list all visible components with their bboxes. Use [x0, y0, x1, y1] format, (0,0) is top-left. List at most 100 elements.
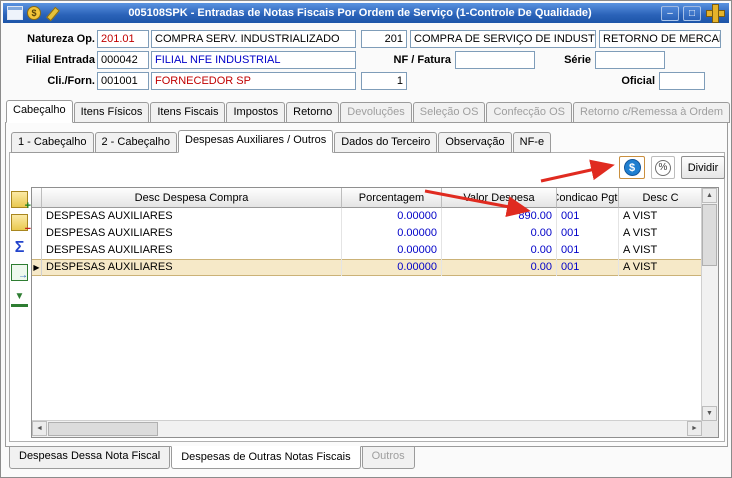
- table-row: DESPESAS AUXILIARES 0.00000 890.00 001 A…: [32, 208, 718, 225]
- bottomtab-despesas-outras-nf[interactable]: Despesas de Outras Notas Fiscais: [171, 446, 361, 469]
- rateio-percentual-button[interactable]: %: [651, 156, 675, 179]
- subtab-despesas-auxiliares[interactable]: Despesas Auxiliares / Outros: [178, 130, 334, 153]
- window-icon: [7, 6, 23, 20]
- maximize-button[interactable]: □: [683, 5, 701, 21]
- add-row-icon[interactable]: +: [11, 191, 31, 212]
- last-record-icon[interactable]: ▼: [11, 290, 28, 307]
- cell-condicao-pgto[interactable]: 001: [557, 242, 619, 259]
- cell-valor-despesa[interactable]: 0.00: [442, 259, 557, 276]
- tab-impostos[interactable]: Impostos: [226, 102, 286, 123]
- cell-condicao-pgto[interactable]: 001: [557, 225, 619, 242]
- plus-icon[interactable]: [705, 4, 725, 23]
- cli-forn-code-field[interactable]: 001001: [97, 72, 149, 90]
- subtab-2-cabecalho[interactable]: 2 - Cabeçalho: [94, 132, 177, 153]
- vertical-scrollbar[interactable]: ▲ ▼: [701, 188, 718, 421]
- bottomtab-despesas-dessa-nf[interactable]: Despesas Dessa Nota Fiscal: [9, 446, 171, 469]
- natureza-op-desc3-field[interactable]: RETORNO DE MERCAD: [599, 30, 721, 48]
- cell-valor-despesa[interactable]: 0.00: [442, 225, 557, 242]
- tab-itens-fiscais[interactable]: Itens Fiscais: [150, 102, 226, 123]
- cell-desc-cond[interactable]: A VIST: [619, 208, 702, 225]
- scroll-left-icon[interactable]: ◄: [32, 421, 47, 436]
- row-selector[interactable]: [32, 208, 42, 225]
- tab-selecao-os: Seleção OS: [412, 102, 486, 123]
- cell-valor-despesa[interactable]: 0.00: [442, 242, 557, 259]
- sub-tab-bar: 1 - Cabeçalho 2 - Cabeçalho Despesas Aux…: [11, 130, 552, 153]
- cell-desc-cond[interactable]: A VIST: [619, 242, 702, 259]
- filial-entrada-label: Filial Entrada: [25, 54, 95, 66]
- subtab-1-cabecalho[interactable]: 1 - Cabeçalho: [11, 132, 94, 153]
- oficial-field[interactable]: [659, 72, 705, 90]
- dollar-icon: $: [623, 159, 641, 176]
- col-header-porcentagem[interactable]: Porcentagem: [342, 188, 442, 208]
- subtab-observacao[interactable]: Observação: [438, 132, 512, 153]
- cell-desc-despesa[interactable]: DESPESAS AUXILIARES: [42, 208, 342, 225]
- scroll-right-icon[interactable]: ►: [687, 421, 702, 436]
- tab-cabecalho[interactable]: Cabeçalho: [6, 100, 73, 123]
- grid-header-gutter: [32, 188, 42, 208]
- money-icon: $: [27, 6, 41, 20]
- col-header-desc-cond[interactable]: Desc C: [619, 188, 702, 208]
- cell-porcentagem[interactable]: 0.00000: [342, 225, 442, 242]
- natureza-op-code2-field[interactable]: 201: [361, 30, 407, 48]
- cli-forn-desc-field[interactable]: FORNECEDOR SP: [151, 72, 356, 90]
- natureza-op-code-field[interactable]: 201.01: [97, 30, 149, 48]
- sum-icon[interactable]: Σ: [11, 239, 28, 256]
- natureza-op-desc-field[interactable]: COMPRA SERV. INDUSTRIALIZADO: [151, 30, 356, 48]
- grid-header-row: Desc Despesa Compra Porcentagem Valor De…: [32, 188, 718, 208]
- cell-condicao-pgto[interactable]: 001: [557, 208, 619, 225]
- cell-porcentagem[interactable]: 0.00000: [342, 259, 442, 276]
- natureza-op-label: Natureza Op.: [27, 33, 95, 45]
- cell-desc-despesa[interactable]: DESPESAS AUXILIARES: [42, 259, 342, 276]
- horizontal-scroll-thumb[interactable]: [48, 422, 158, 436]
- main-tab-bar: Cabeçalho Itens Físicos Itens Fiscais Im…: [6, 100, 731, 123]
- scroll-down-icon[interactable]: ▼: [702, 406, 717, 421]
- serie-label: Série: [564, 54, 591, 66]
- cell-condicao-pgto[interactable]: 001: [557, 259, 619, 276]
- cell-porcentagem[interactable]: 0.00000: [342, 208, 442, 225]
- serie-field[interactable]: [595, 51, 665, 69]
- col-header-condicao-pgto[interactable]: Condicao Pgto: [557, 188, 619, 208]
- tab-retorno[interactable]: Retorno: [286, 102, 340, 123]
- scroll-up-icon[interactable]: ▲: [702, 188, 717, 203]
- row-selector[interactable]: [32, 225, 42, 242]
- nf-fatura-field[interactable]: [455, 51, 535, 69]
- cli-forn-qty-field[interactable]: 1: [361, 72, 407, 90]
- title-bar[interactable]: $ 005108SPK - Entradas de Notas Fiscais …: [3, 3, 729, 23]
- col-header-desc-despesa[interactable]: Desc Despesa Compra: [42, 188, 342, 208]
- horizontal-scrollbar[interactable]: ◄ ►: [32, 420, 702, 437]
- row-selector[interactable]: [32, 242, 42, 259]
- col-header-valor-despesa[interactable]: Valor Despesa: [442, 188, 557, 208]
- cell-desc-despesa[interactable]: DESPESAS AUXILIARES: [42, 225, 342, 242]
- rateio-valor-button[interactable]: $: [619, 156, 645, 179]
- table-row: DESPESAS AUXILIARES 0.00000 0.00 001 A V…: [32, 242, 718, 259]
- scrollbar-corner: [702, 421, 718, 437]
- window-title: 005108SPK - Entradas de Notas Fiscais Po…: [128, 7, 592, 19]
- cell-valor-despesa[interactable]: 890.00: [442, 208, 557, 225]
- bottomtab-outros: Outros: [361, 446, 415, 469]
- cli-forn-label: Cli./Forn.: [47, 75, 95, 87]
- dividir-button[interactable]: Dividir: [681, 156, 725, 179]
- minimize-button[interactable]: –: [661, 5, 679, 21]
- subtab-nfe[interactable]: NF-e: [512, 132, 552, 153]
- nf-fatura-label: NF / Fatura: [393, 54, 451, 66]
- subtab-dados-terceiro[interactable]: Dados do Terceiro: [334, 132, 438, 153]
- tab-itens-fisicos[interactable]: Itens Físicos: [73, 102, 150, 123]
- cell-desc-cond[interactable]: A VIST: [619, 225, 702, 242]
- cell-porcentagem[interactable]: 0.00000: [342, 242, 442, 259]
- table-row: DESPESAS AUXILIARES 0.00000 0.00 001 A V…: [32, 225, 718, 242]
- natureza-op-desc2-field[interactable]: COMPRA DE SERVIÇO DE INDUSTRIAL: [410, 30, 596, 48]
- row-pointer-icon[interactable]: ▶: [32, 259, 42, 276]
- bottom-tab-bar: Despesas Dessa Nota Fiscal Despesas de O…: [9, 446, 415, 469]
- cell-desc-cond[interactable]: A VIST: [619, 259, 702, 276]
- tab-confeccao-os: Confecção OS: [486, 102, 572, 123]
- wrench-icon: [45, 6, 59, 20]
- table-row-selected: ▶ DESPESAS AUXILIARES 0.00000 0.00 001 A…: [32, 259, 718, 276]
- export-icon[interactable]: →: [11, 264, 28, 281]
- tab-devolucoes: Devoluções: [340, 102, 412, 123]
- filial-desc-field[interactable]: FILIAL NFE INDUSTRIAL: [151, 51, 356, 69]
- filial-code-field[interactable]: 000042: [97, 51, 149, 69]
- app-window: $ 005108SPK - Entradas de Notas Fiscais …: [0, 0, 732, 478]
- vertical-scroll-thumb[interactable]: [702, 204, 717, 266]
- cell-desc-despesa[interactable]: DESPESAS AUXILIARES: [42, 242, 342, 259]
- delete-row-icon[interactable]: −: [11, 214, 31, 235]
